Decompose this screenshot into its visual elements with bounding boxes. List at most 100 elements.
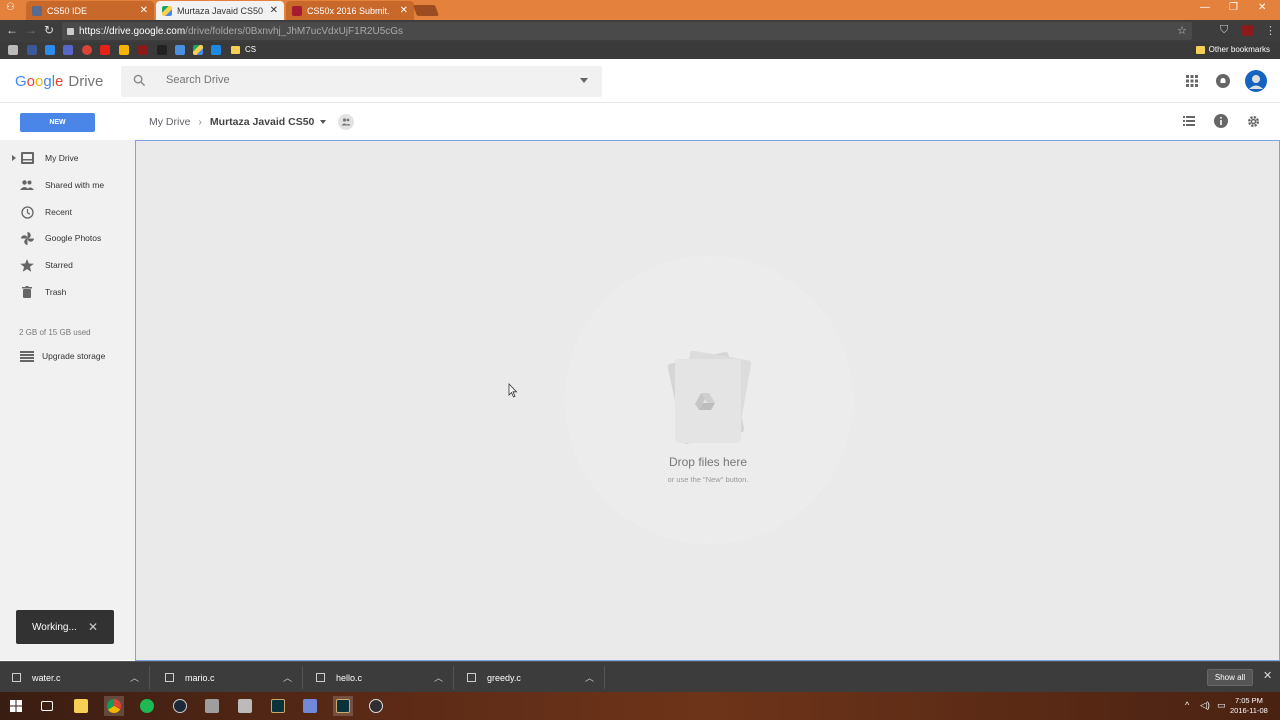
league-of-legends-icon[interactable] xyxy=(268,696,288,716)
discord-icon[interactable] xyxy=(300,696,320,716)
bookmark-folder-cs[interactable]: CS xyxy=(245,45,256,54)
folder-menu-caret-icon[interactable] xyxy=(320,120,327,124)
close-window-icon[interactable]: ✕ xyxy=(1258,2,1266,13)
bookmark-star-icon[interactable]: ☆ xyxy=(1177,24,1187,37)
sidebar-item-starred[interactable]: Starred xyxy=(0,254,135,276)
bookmark-icon[interactable] xyxy=(82,45,92,55)
facebook-icon[interactable] xyxy=(27,45,37,55)
new-tab-button[interactable] xyxy=(412,5,440,16)
cs50-ide-favicon-icon xyxy=(32,5,42,16)
show-hidden-icons-icon[interactable]: ^ xyxy=(1185,700,1189,710)
logo-google: Google xyxy=(15,73,64,90)
breadcrumb-current-folder[interactable]: Murtaza Javaid CS50 xyxy=(210,116,314,128)
drive-header: Google Drive xyxy=(0,59,1280,103)
show-all-downloads-button[interactable]: Show all xyxy=(1207,669,1253,686)
new-button[interactable]: NEW xyxy=(20,113,95,132)
file-icon xyxy=(316,673,325,682)
bookmark-icon[interactable] xyxy=(63,45,73,55)
search-input[interactable] xyxy=(166,74,566,86)
sidebar-item-trash[interactable]: Trash xyxy=(0,281,135,303)
address-bar[interactable]: https://drive.google.com/drive/folders/0… xyxy=(62,22,1192,40)
shared-folder-icon[interactable] xyxy=(338,114,355,130)
apps-grid-icon[interactable] xyxy=(1186,75,1198,87)
download-item[interactable]: mario.c ︿ xyxy=(153,666,303,689)
storage-usage: 2 GB of 15 GB used xyxy=(19,328,91,337)
back-icon[interactable]: ← xyxy=(6,23,18,37)
logo-drive: Drive xyxy=(68,73,104,90)
notifications-icon[interactable] xyxy=(1216,74,1230,88)
sidebar-item-shared-with-me[interactable]: Shared with me xyxy=(0,174,135,196)
folder-icon xyxy=(1195,45,1205,54)
windows-start-icon[interactable] xyxy=(6,696,26,716)
reload-icon[interactable]: ↻ xyxy=(44,23,54,37)
drive-bookmark-icon[interactable] xyxy=(193,45,203,55)
file-explorer-icon[interactable] xyxy=(71,696,91,716)
sidebar-item-recent[interactable]: Recent xyxy=(0,201,135,223)
menu-icon[interactable]: ⋮ xyxy=(1265,24,1276,37)
messenger-icon[interactable] xyxy=(45,45,55,55)
drop-files-subtitle: or use the "New" button. xyxy=(667,475,749,484)
sidebar-item-google-photos[interactable]: Google Photos xyxy=(0,227,135,249)
download-item[interactable]: greedy.c ︿ xyxy=(455,666,605,689)
drop-files-title: Drop files here xyxy=(668,455,748,469)
bookmark-icon[interactable] xyxy=(157,45,167,55)
taskbar-clock[interactable]: 7:05 PM 2016-11-08 xyxy=(1230,696,1268,716)
chevron-up-icon[interactable]: ︿ xyxy=(130,671,139,684)
minimize-icon[interactable]: — xyxy=(1200,2,1210,13)
download-item[interactable]: hello.c ︿ xyxy=(304,666,454,689)
volume-icon[interactable]: ◁) xyxy=(1200,700,1210,711)
download-item[interactable]: water.c ︿ xyxy=(0,666,150,689)
chevron-right-icon: › xyxy=(198,116,202,128)
app-icon[interactable] xyxy=(235,696,255,716)
league-client-icon[interactable] xyxy=(333,696,353,716)
youtube-icon[interactable] xyxy=(100,45,110,55)
search-box[interactable] xyxy=(121,66,602,97)
close-tab-icon[interactable]: ✕ xyxy=(400,5,408,16)
ublock-icon[interactable] xyxy=(1242,25,1253,36)
google-drive-logo[interactable]: Google Drive xyxy=(15,73,103,90)
upgrade-storage-link[interactable]: Upgrade storage xyxy=(20,349,105,363)
network-icon[interactable]: ▭ xyxy=(1217,700,1226,711)
forward-icon[interactable]: → xyxy=(25,23,37,37)
chrome-profile-icon[interactable]: ⚇ xyxy=(6,2,15,13)
chevron-up-icon[interactable]: ︿ xyxy=(283,671,292,684)
close-tab-icon[interactable]: ✕ xyxy=(140,5,148,16)
file-drop-area[interactable]: Drop files here or use the "New" button. xyxy=(135,140,1280,661)
spotify-icon[interactable] xyxy=(137,696,157,716)
list-view-icon[interactable] xyxy=(1183,116,1195,126)
sidebar-item-my-drive[interactable]: My Drive xyxy=(0,147,135,169)
drive-icon xyxy=(20,151,34,165)
extension-shield-icon[interactable]: ⛉ xyxy=(1220,24,1228,37)
working-snackbar: Working... ✕ xyxy=(16,610,114,644)
task-view-icon[interactable] xyxy=(37,696,57,716)
expand-arrow-icon[interactable] xyxy=(12,155,16,161)
apps-icon[interactable] xyxy=(8,45,18,55)
restore-icon[interactable]: ❐ xyxy=(1229,2,1238,13)
tab-cs50x-submit[interactable]: CS50x 2016 Submit. ✕ xyxy=(286,1,414,20)
bookmark-icon[interactable] xyxy=(119,45,129,55)
other-bookmarks-label: Other bookmarks xyxy=(1208,45,1270,54)
folder-icon xyxy=(231,46,240,54)
inbox-icon[interactable] xyxy=(175,45,185,55)
tab-google-drive[interactable]: Murtaza Javaid CS50 - G ✕ xyxy=(156,1,284,20)
bookmark-icon[interactable] xyxy=(138,45,148,55)
close-tab-icon[interactable]: ✕ xyxy=(270,5,278,16)
close-icon[interactable]: ✕ xyxy=(1263,669,1272,682)
chevron-up-icon[interactable]: ︿ xyxy=(585,671,594,684)
app-icon[interactable] xyxy=(202,696,222,716)
settings-gear-icon[interactable] xyxy=(1247,115,1260,128)
avatar[interactable] xyxy=(1245,70,1267,92)
search-options-icon[interactable] xyxy=(580,78,588,83)
breadcrumb-my-drive[interactable]: My Drive xyxy=(149,116,190,128)
bookmark-icon[interactable] xyxy=(211,45,221,55)
star-icon xyxy=(20,258,34,272)
tab-cs50-ide[interactable]: CS50 IDE ✕ xyxy=(26,1,154,20)
chevron-up-icon[interactable]: ︿ xyxy=(434,671,443,684)
other-bookmarks[interactable]: Other bookmarks xyxy=(1195,45,1270,54)
info-icon[interactable] xyxy=(1214,114,1228,128)
sidebar: My Drive Shared with me Recent Google Ph… xyxy=(0,140,135,660)
steam-icon[interactable] xyxy=(170,696,190,716)
obs-icon[interactable] xyxy=(366,696,386,716)
close-icon[interactable]: ✕ xyxy=(88,620,98,634)
chrome-icon[interactable] xyxy=(104,696,124,716)
